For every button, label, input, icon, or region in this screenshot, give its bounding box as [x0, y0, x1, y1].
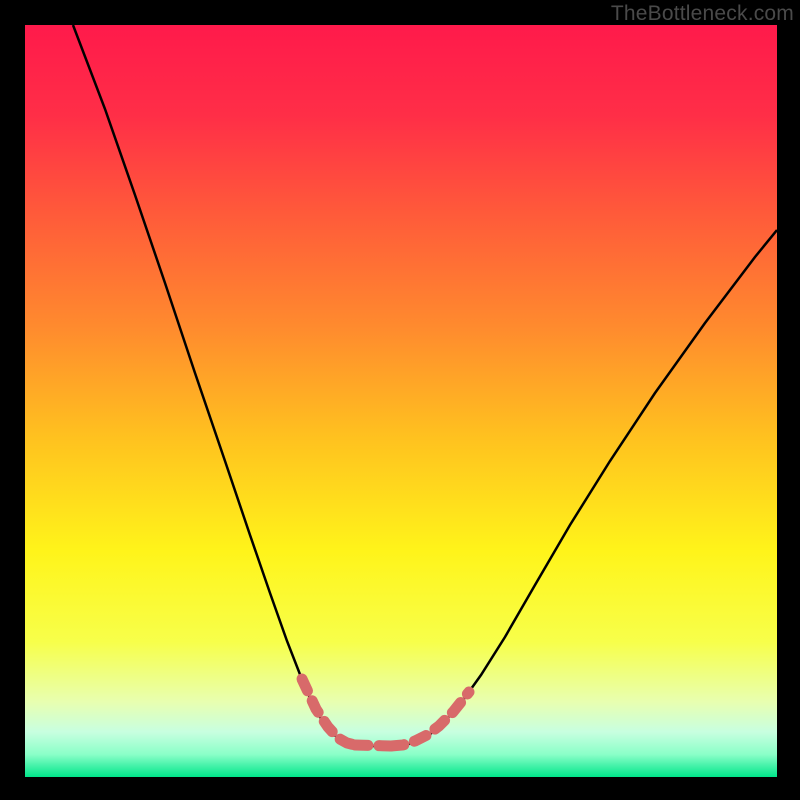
chart-frame — [25, 25, 777, 777]
chart-background-gradient — [25, 25, 777, 777]
watermark-text: TheBottleneck.com — [611, 2, 794, 26]
